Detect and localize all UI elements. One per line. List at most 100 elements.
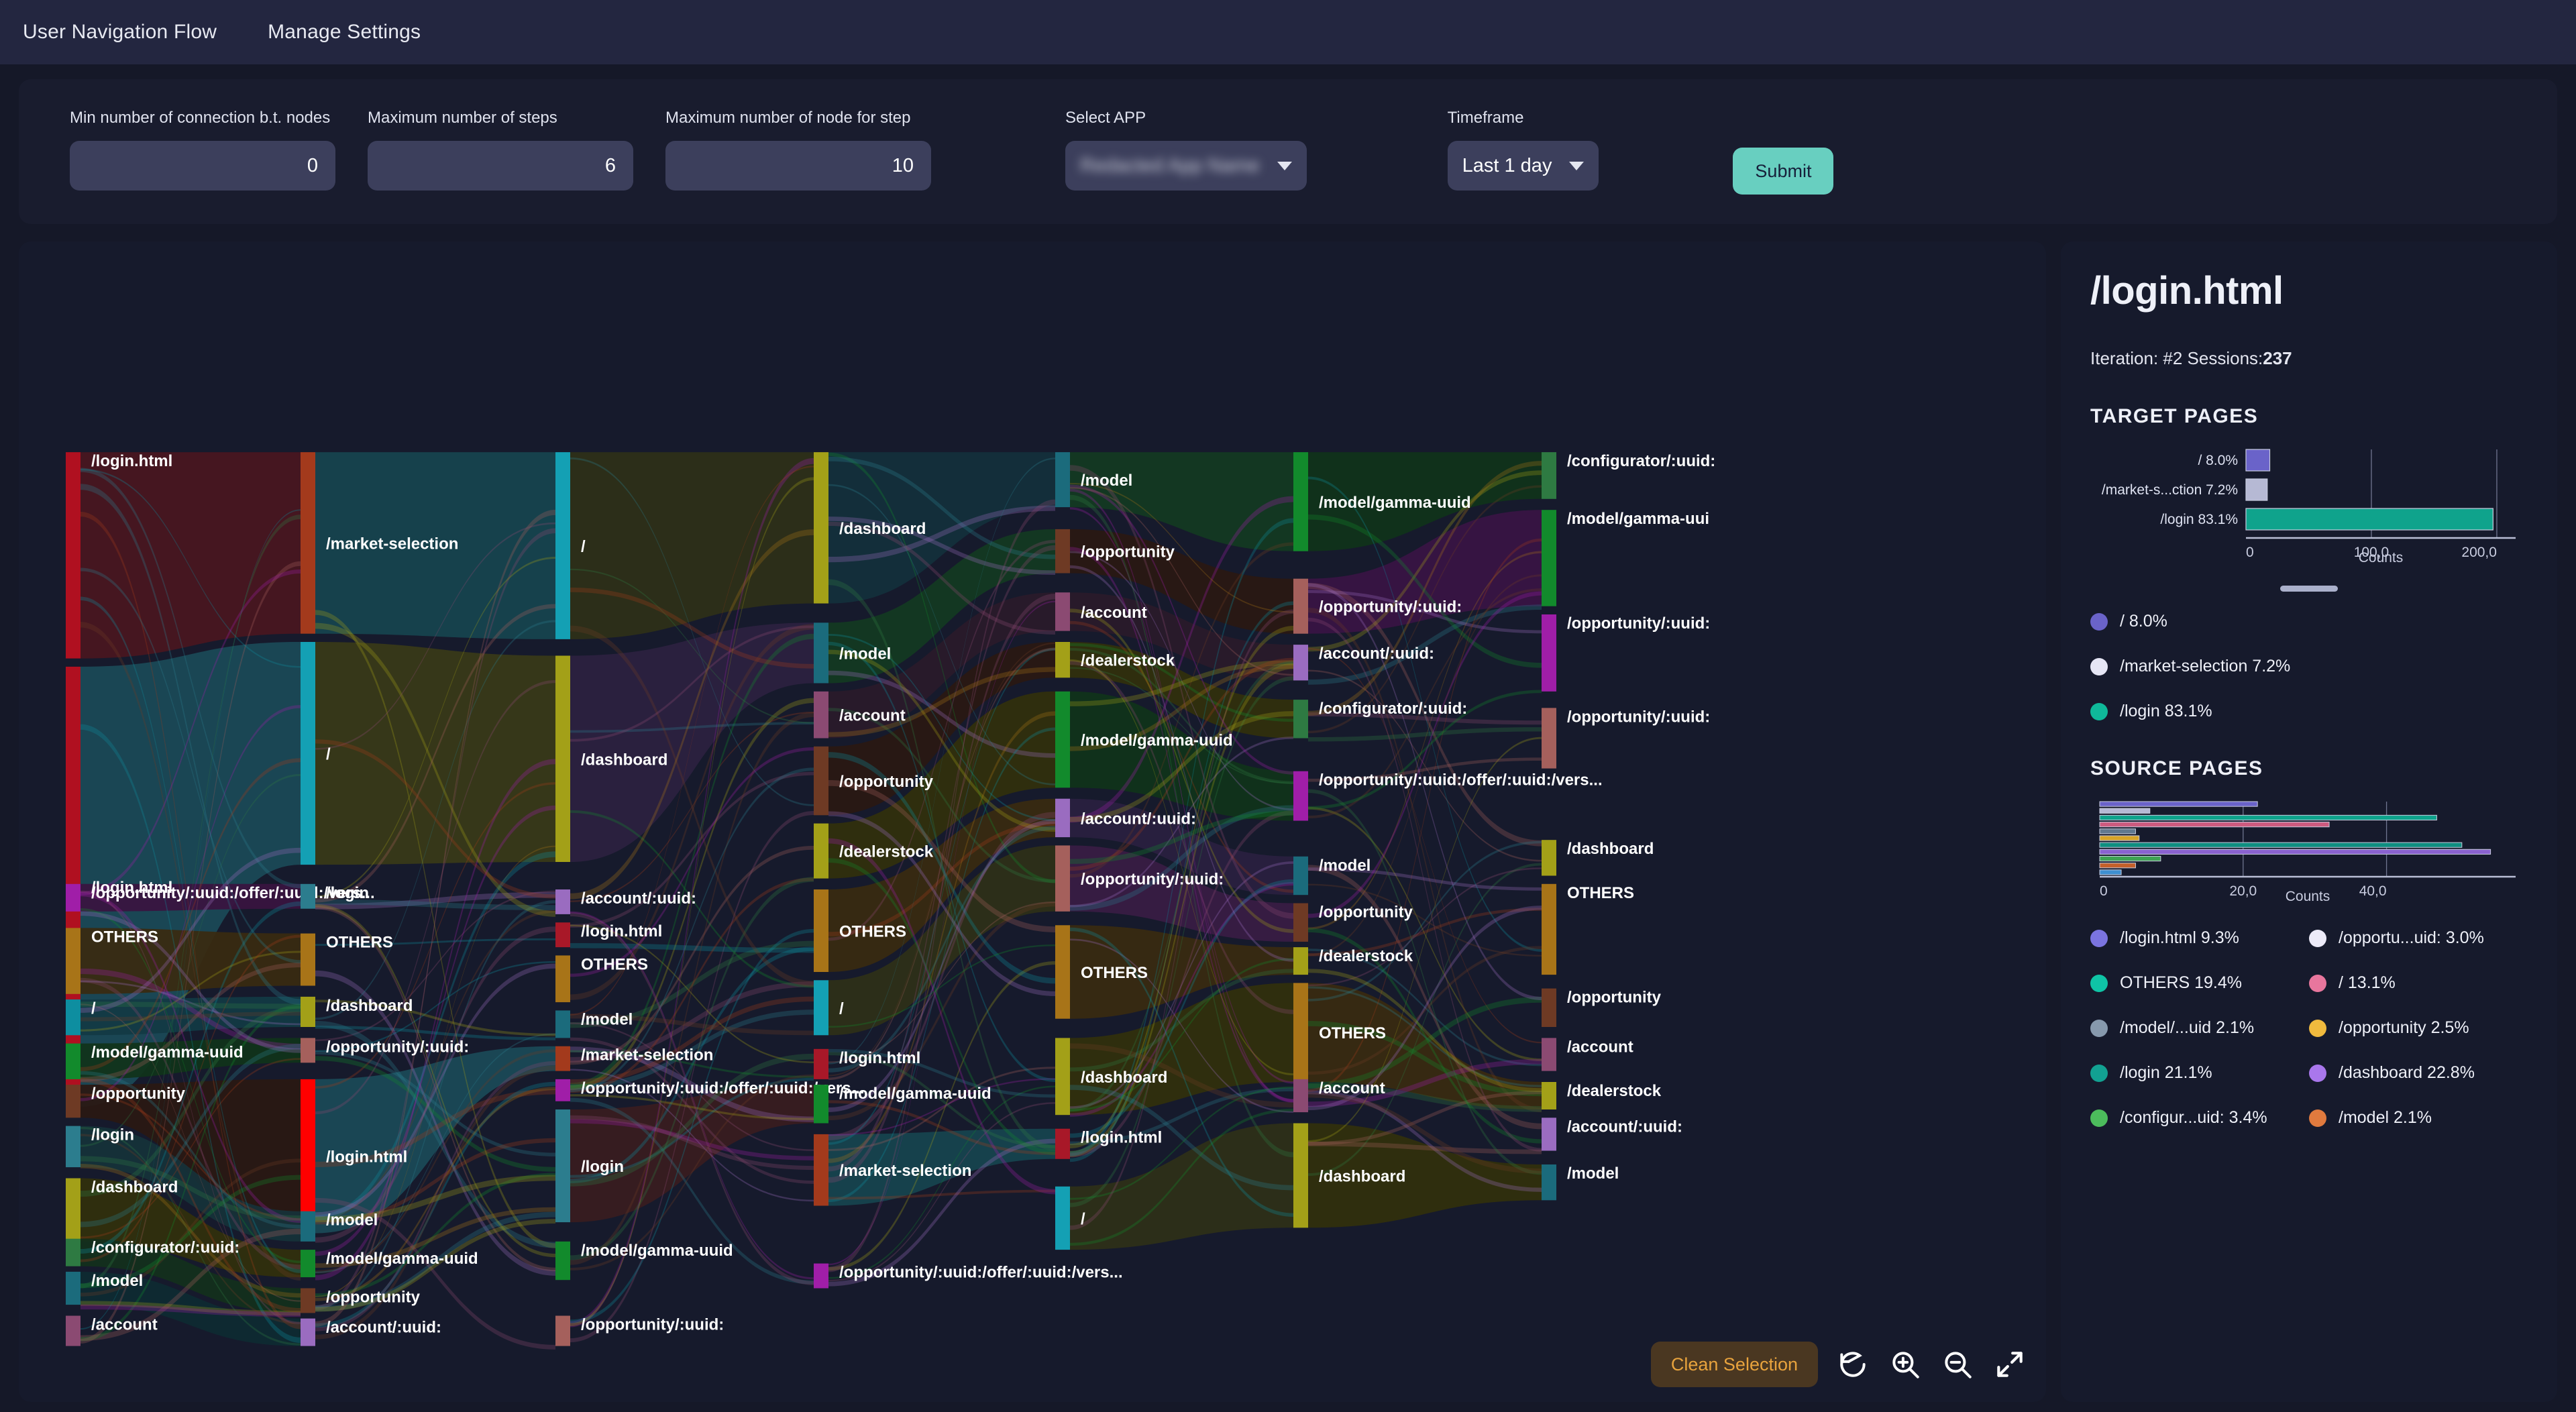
- sankey-node[interactable]: [66, 883, 80, 912]
- sankey-node[interactable]: [555, 922, 570, 948]
- select-app-dropdown[interactable]: Redacted App Name: [1065, 141, 1307, 191]
- sankey-node[interactable]: [814, 1085, 828, 1124]
- sankey-node[interactable]: [555, 889, 570, 914]
- sankey-node[interactable]: [1055, 1186, 1070, 1250]
- sankey-node[interactable]: [301, 1038, 315, 1063]
- sankey-canvas[interactable]: /login.html/login.html/opportunity/:uuid…: [19, 241, 2046, 1402]
- sankey-node[interactable]: [1293, 771, 1308, 821]
- sankey-node[interactable]: [814, 691, 828, 739]
- sankey-node[interactable]: [814, 1263, 828, 1289]
- sankey-node[interactable]: [814, 746, 828, 816]
- reset-rotate-icon[interactable]: [1835, 1347, 1870, 1382]
- sankey-node[interactable]: [66, 1178, 80, 1242]
- clean-selection-button[interactable]: Clean Selection: [1650, 1342, 1818, 1387]
- legend-item[interactable]: / 13.1%: [2309, 973, 2528, 993]
- max-steps-input[interactable]: [368, 141, 633, 191]
- sankey-node[interactable]: [555, 1109, 570, 1223]
- sankey-node[interactable]: [814, 452, 828, 604]
- sankey-node[interactable]: [301, 933, 315, 986]
- sankey-node[interactable]: [814, 622, 828, 684]
- sankey-node[interactable]: [66, 1126, 80, 1168]
- sankey-node[interactable]: [301, 1079, 315, 1234]
- sankey-node[interactable]: [1055, 1038, 1070, 1116]
- submit-button[interactable]: Submit: [1733, 148, 1834, 195]
- legend-item[interactable]: /dashboard 22.8%: [2309, 1063, 2528, 1083]
- min-connections-input[interactable]: [70, 141, 335, 191]
- sankey-node[interactable]: [814, 823, 828, 879]
- sankey-node[interactable]: [814, 1134, 828, 1206]
- sankey-node[interactable]: [1542, 614, 1556, 692]
- max-nodes-input[interactable]: [665, 141, 931, 191]
- sankey-node[interactable]: [1055, 925, 1070, 1019]
- sankey-node[interactable]: [1293, 947, 1308, 975]
- legend-item[interactable]: /model/...uid 2.1%: [2090, 1018, 2309, 1038]
- sankey-node[interactable]: [1293, 452, 1308, 551]
- sankey-node[interactable]: [814, 1048, 828, 1079]
- sankey-node[interactable]: [301, 883, 315, 909]
- sankey-node[interactable]: [1055, 691, 1070, 788]
- zoom-out-icon[interactable]: [1940, 1347, 1975, 1382]
- sankey-node[interactable]: [66, 1043, 80, 1079]
- nav-item-user-navigation-flow[interactable]: User Navigation Flow: [23, 21, 217, 44]
- sankey-node[interactable]: [1542, 883, 1556, 975]
- sankey-node[interactable]: [301, 1288, 315, 1313]
- sankey-node[interactable]: [555, 452, 570, 639]
- sankey-node[interactable]: [1542, 840, 1556, 876]
- sankey-node[interactable]: [1293, 1079, 1308, 1113]
- sankey-node[interactable]: [1293, 700, 1308, 739]
- sankey-node[interactable]: [1542, 1118, 1556, 1151]
- legend-item[interactable]: /login.html 9.3%: [2090, 928, 2309, 948]
- sankey-node[interactable]: [1055, 452, 1070, 508]
- sankey-node[interactable]: [301, 642, 315, 865]
- legend-item[interactable]: /model 2.1%: [2309, 1108, 2528, 1128]
- sankey-node[interactable]: [1055, 529, 1070, 574]
- sankey-node[interactable]: [1542, 510, 1556, 606]
- sankey-node[interactable]: [1055, 592, 1070, 631]
- sankey-node[interactable]: [1293, 983, 1308, 1082]
- sankey-node[interactable]: [555, 955, 570, 1003]
- sankey-node[interactable]: [66, 1271, 80, 1305]
- sankey-node[interactable]: [1542, 1038, 1556, 1071]
- legend-item[interactable]: /opportu...uid: 3.0%: [2309, 928, 2528, 948]
- zoom-in-icon[interactable]: [1888, 1347, 1923, 1382]
- legend-item[interactable]: /login 21.1%: [2090, 1063, 2309, 1083]
- sankey-node[interactable]: [301, 1211, 315, 1242]
- sankey-node[interactable]: [1293, 903, 1308, 942]
- sankey-node[interactable]: [66, 452, 80, 659]
- sankey-link[interactable]: [80, 642, 301, 1107]
- sankey-node[interactable]: [555, 1315, 570, 1346]
- nav-item-manage-settings[interactable]: Manage Settings: [268, 21, 421, 44]
- sankey-node[interactable]: [66, 928, 80, 994]
- sankey-node[interactable]: [1293, 578, 1308, 634]
- sankey-node[interactable]: [1055, 798, 1070, 838]
- legend-item[interactable]: OTHERS 19.4%: [2090, 973, 2309, 993]
- sankey-node[interactable]: [301, 1318, 315, 1346]
- sankey-node[interactable]: [555, 1241, 570, 1281]
- legend-item[interactable]: / 8.0%: [2090, 612, 2528, 631]
- sankey-node[interactable]: [814, 980, 828, 1036]
- sankey-node[interactable]: [1293, 1123, 1308, 1228]
- sankey-node[interactable]: [66, 1238, 80, 1266]
- sankey-node[interactable]: [555, 1079, 570, 1101]
- sankey-node[interactable]: [1542, 1164, 1556, 1201]
- sankey-node[interactable]: [1542, 708, 1556, 769]
- legend-item[interactable]: /market-selection 7.2%: [2090, 657, 2528, 676]
- sankey-node[interactable]: [1542, 988, 1556, 1027]
- sankey-node[interactable]: [66, 1085, 80, 1118]
- sankey-node[interactable]: [1293, 856, 1308, 895]
- panel-resize-handle[interactable]: [2280, 586, 2338, 592]
- sankey-node[interactable]: [1542, 1082, 1556, 1109]
- sankey-node[interactable]: [1055, 1128, 1070, 1159]
- sankey-node[interactable]: [555, 655, 570, 863]
- legend-item[interactable]: /login 83.1%: [2090, 702, 2528, 721]
- sankey-link[interactable]: [570, 622, 814, 862]
- sankey-node[interactable]: [66, 1315, 80, 1346]
- sankey-node[interactable]: [814, 889, 828, 972]
- sankey-node[interactable]: [1055, 845, 1070, 912]
- expand-icon[interactable]: [1992, 1347, 2027, 1382]
- timeframe-dropdown[interactable]: Last 1 day: [1447, 141, 1599, 191]
- sankey-node[interactable]: [301, 1250, 315, 1278]
- sankey-diagram-panel[interactable]: /login.html/login.html/opportunity/:uuid…: [19, 241, 2046, 1402]
- legend-item[interactable]: /configur...uid: 3.4%: [2090, 1108, 2309, 1128]
- sankey-node[interactable]: [66, 999, 80, 1036]
